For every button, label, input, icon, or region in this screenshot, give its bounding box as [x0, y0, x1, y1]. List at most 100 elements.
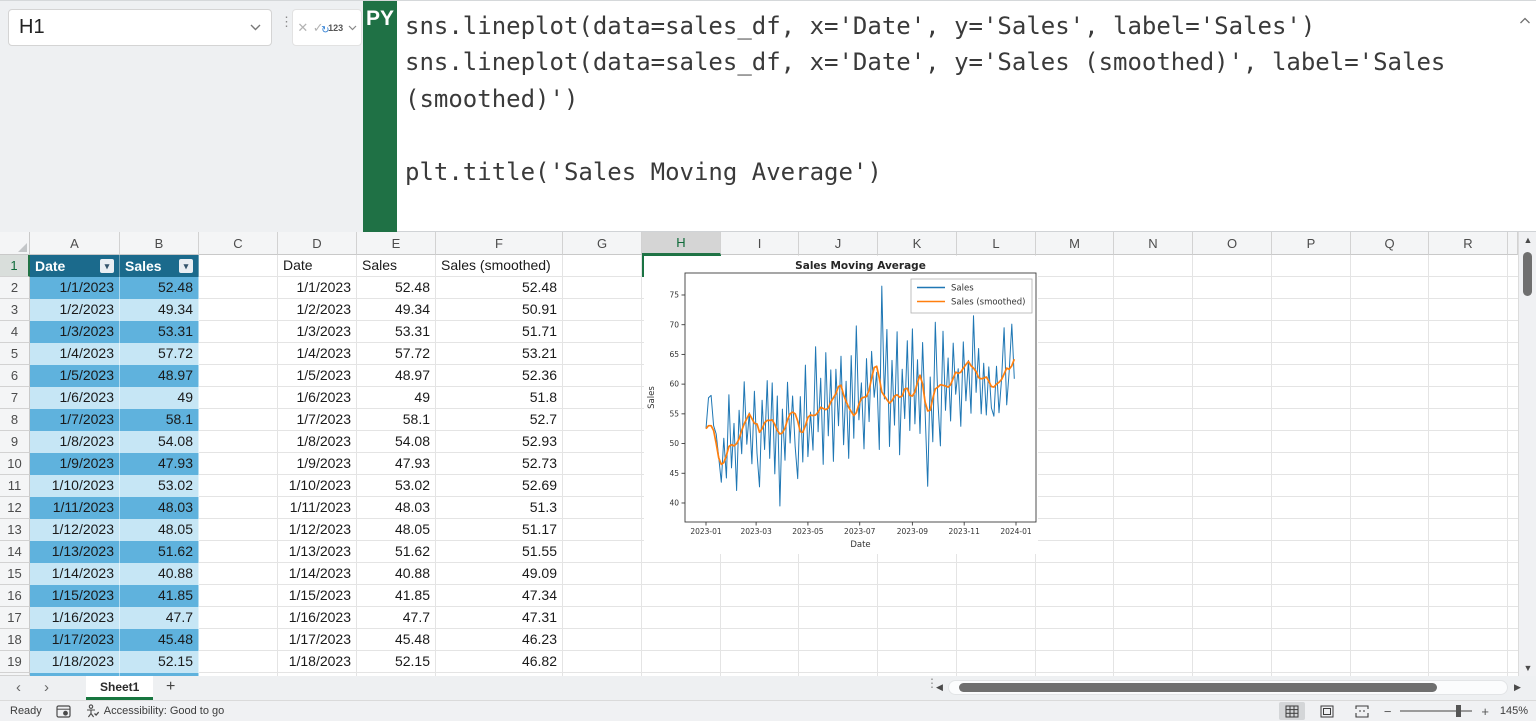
cell-C15[interactable]: [199, 563, 278, 585]
cell-A18[interactable]: 1/17/2023: [30, 629, 120, 651]
column-header-R[interactable]: R: [1429, 232, 1508, 255]
cell-E16[interactable]: 41.85: [357, 585, 436, 607]
cell-M2[interactable]: [1036, 277, 1114, 299]
cell-M5[interactable]: [1036, 343, 1114, 365]
cell-E19[interactable]: 52.15: [357, 651, 436, 673]
embedded-chart[interactable]: Sales Moving Average40455055606570752023…: [644, 256, 1038, 554]
cell-M15[interactable]: [1036, 563, 1114, 585]
page-break-view-button[interactable]: [1349, 702, 1375, 720]
macro-record-icon[interactable]: [56, 705, 71, 718]
cell-Q15[interactable]: [1351, 563, 1429, 585]
select-all-corner[interactable]: [0, 232, 30, 255]
cell-N13[interactable]: [1114, 519, 1193, 541]
cell-Q19[interactable]: [1351, 651, 1429, 673]
cell-F12[interactable]: 51.3: [436, 497, 563, 519]
cell-M16[interactable]: [1036, 585, 1114, 607]
cell-G9[interactable]: [563, 431, 642, 453]
cell-P14[interactable]: [1272, 541, 1351, 563]
cell-P12[interactable]: [1272, 497, 1351, 519]
cell-Q5[interactable]: [1351, 343, 1429, 365]
cell-F7[interactable]: 51.8: [436, 387, 563, 409]
cell-B12[interactable]: 48.03: [120, 497, 199, 519]
cell-Q3[interactable]: [1351, 299, 1429, 321]
cell-C3[interactable]: [199, 299, 278, 321]
cell-M9[interactable]: [1036, 431, 1114, 453]
row-header-4[interactable]: 4: [0, 321, 30, 343]
vertical-scrollbar[interactable]: ▲ ▼: [1518, 232, 1536, 676]
row-header-1[interactable]: 1: [0, 255, 30, 277]
column-header-F[interactable]: F: [436, 232, 563, 255]
cell-G14[interactable]: [563, 541, 642, 563]
cell-G11[interactable]: [563, 475, 642, 497]
cell-F10[interactable]: 52.73: [436, 453, 563, 475]
next-sheet-icon[interactable]: ›: [44, 679, 49, 696]
cell-P9[interactable]: [1272, 431, 1351, 453]
cell-G4[interactable]: [563, 321, 642, 343]
cell-H16[interactable]: [642, 585, 721, 607]
column-header-D[interactable]: D: [278, 232, 357, 255]
cell-C17[interactable]: [199, 607, 278, 629]
cell-B17[interactable]: 47.7: [120, 607, 199, 629]
horizontal-scroll-thumb[interactable]: [959, 683, 1437, 692]
cell-D14[interactable]: 1/13/2023: [278, 541, 357, 563]
cell-filler[interactable]: [1508, 409, 1518, 431]
cell-O13[interactable]: [1193, 519, 1272, 541]
row-header-18[interactable]: 18: [0, 629, 30, 651]
cell-P7[interactable]: [1272, 387, 1351, 409]
cell-O3[interactable]: [1193, 299, 1272, 321]
cell-P5[interactable]: [1272, 343, 1351, 365]
cell-C10[interactable]: [199, 453, 278, 475]
cell-Q6[interactable]: [1351, 365, 1429, 387]
cell-I16[interactable]: [721, 585, 799, 607]
cell-filler[interactable]: [1508, 651, 1518, 673]
cell-C8[interactable]: [199, 409, 278, 431]
zoom-slider[interactable]: [1400, 710, 1472, 712]
cell-N2[interactable]: [1114, 277, 1193, 299]
cell-C13[interactable]: [199, 519, 278, 541]
cell-N10[interactable]: [1114, 453, 1193, 475]
cell-P15[interactable]: [1272, 563, 1351, 585]
cell-N16[interactable]: [1114, 585, 1193, 607]
cell-A15[interactable]: 1/14/2023: [30, 563, 120, 585]
cell-G12[interactable]: [563, 497, 642, 519]
cell-C18[interactable]: [199, 629, 278, 651]
cell-D3[interactable]: 1/2/2023: [278, 299, 357, 321]
cell-filler[interactable]: [1508, 585, 1518, 607]
cell-N11[interactable]: [1114, 475, 1193, 497]
cell-N5[interactable]: [1114, 343, 1193, 365]
row-header-14[interactable]: 14: [0, 541, 30, 563]
cell-P10[interactable]: [1272, 453, 1351, 475]
cell-filler[interactable]: [1508, 519, 1518, 541]
cell-B7[interactable]: 49: [120, 387, 199, 409]
cell-F19[interactable]: 46.82: [436, 651, 563, 673]
cell-G8[interactable]: [563, 409, 642, 431]
cell-G19[interactable]: [563, 651, 642, 673]
scroll-right-icon[interactable]: ▶: [1514, 682, 1521, 693]
cell-K19[interactable]: [878, 651, 957, 673]
cell-D2[interactable]: 1/1/2023: [278, 277, 357, 299]
cell-A3[interactable]: 1/2/2023: [30, 299, 120, 321]
column-header-B[interactable]: B: [120, 232, 199, 255]
column-header-N[interactable]: N: [1114, 232, 1193, 255]
cell-H17[interactable]: [642, 607, 721, 629]
row-header-9[interactable]: 9: [0, 431, 30, 453]
cell-R18[interactable]: [1429, 629, 1508, 651]
cell-B16[interactable]: 41.85: [120, 585, 199, 607]
cell-O8[interactable]: [1193, 409, 1272, 431]
cell-filler[interactable]: [1508, 255, 1518, 277]
cell-M17[interactable]: [1036, 607, 1114, 629]
cell-E1[interactable]: Sales: [357, 255, 436, 277]
column-header-Q[interactable]: Q: [1351, 232, 1429, 255]
cell-G18[interactable]: [563, 629, 642, 651]
cell-O7[interactable]: [1193, 387, 1272, 409]
sheet-tab-sheet1[interactable]: Sheet1: [86, 676, 153, 700]
cell-N9[interactable]: [1114, 431, 1193, 453]
cell-J17[interactable]: [799, 607, 878, 629]
cell-M12[interactable]: [1036, 497, 1114, 519]
cell-G13[interactable]: [563, 519, 642, 541]
cell-R4[interactable]: [1429, 321, 1508, 343]
cell-F1[interactable]: Sales (smoothed): [436, 255, 563, 277]
cell-B10[interactable]: 47.93: [120, 453, 199, 475]
cell-B11[interactable]: 53.02: [120, 475, 199, 497]
cell-Q9[interactable]: [1351, 431, 1429, 453]
